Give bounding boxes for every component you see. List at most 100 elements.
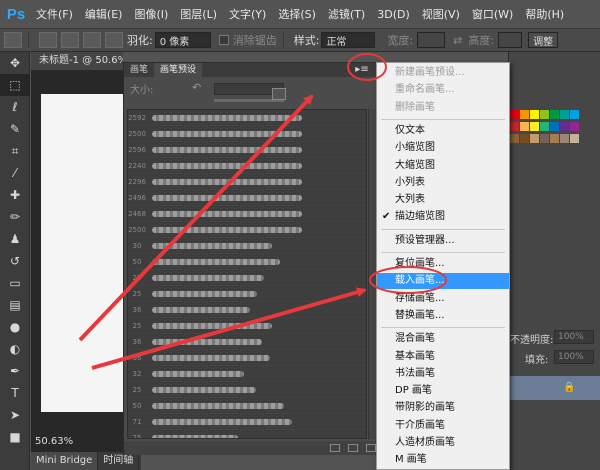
menu-type[interactable]: 文字(Y) <box>229 6 266 22</box>
menu-item[interactable]: M 画笔 <box>377 452 509 468</box>
brush-tool-icon[interactable]: ✏ <box>0 206 30 228</box>
history-brush-icon[interactable]: ↺ <box>0 250 30 272</box>
quick-select-tool-icon[interactable]: ✎ <box>0 118 30 140</box>
swatch[interactable] <box>560 122 569 131</box>
swatch[interactable] <box>510 122 519 131</box>
fill-input[interactable]: 100% <box>554 350 594 364</box>
swatch[interactable] <box>520 110 529 119</box>
toggle-brush-panel-icon[interactable] <box>330 444 340 452</box>
blur-tool-icon[interactable]: ● <box>0 316 30 338</box>
brush-preset-row[interactable]: 2468 <box>128 206 366 222</box>
opacity-input[interactable]: 100% <box>554 330 594 344</box>
menu-item[interactable]: 大列表 <box>377 192 509 208</box>
crop-tool-icon[interactable]: ⌗ <box>0 140 30 162</box>
healing-tool-icon[interactable]: ✚ <box>0 184 30 206</box>
swatch[interactable] <box>570 110 579 119</box>
feather-input[interactable]: 0 像素 <box>154 32 211 48</box>
add-selection-icon[interactable] <box>61 32 79 48</box>
menu-3d[interactable]: 3D(D) <box>377 8 410 21</box>
swatch[interactable] <box>550 134 559 143</box>
swatch[interactable] <box>540 110 549 119</box>
menu-help[interactable]: 帮助(H) <box>525 6 564 22</box>
swatch[interactable] <box>510 110 519 119</box>
brush-preset-row[interactable]: 25 <box>128 382 366 398</box>
brush-preset-row[interactable]: 2500 <box>128 222 366 238</box>
swatch[interactable] <box>530 134 539 143</box>
delete-preset-icon[interactable] <box>366 444 376 452</box>
menu-item[interactable]: 替换画笔... <box>377 308 509 324</box>
swatch[interactable] <box>570 134 579 143</box>
zoom-readout[interactable]: 50.63% <box>35 436 73 447</box>
swatch[interactable] <box>550 110 559 119</box>
menu-layer[interactable]: 图层(L) <box>180 6 217 22</box>
swatch[interactable] <box>530 110 539 119</box>
path-select-tool-icon[interactable]: ➤ <box>0 404 30 426</box>
panel-menu-icon[interactable]: ▸≡ <box>354 64 370 76</box>
swatch[interactable] <box>570 122 579 131</box>
brush-preset-row[interactable]: 2496 <box>128 190 366 206</box>
eyedropper-tool-icon[interactable]: ⁄ <box>0 162 30 184</box>
brush-preset-row[interactable]: 25 <box>128 430 366 438</box>
brush-preset-list[interactable]: 2592 2500 2596 2240 2296 2496 2468 2500 30 50 25 25… <box>127 109 367 439</box>
swatch[interactable] <box>560 110 569 119</box>
brush-preset-row[interactable]: 2296 <box>128 174 366 190</box>
stamp-tool-icon[interactable]: ♟ <box>0 228 30 250</box>
antialias-checkbox[interactable] <box>218 35 229 45</box>
brush-preset-row[interactable]: 25 <box>128 286 366 302</box>
menu-item[interactable]: 书法画笔 <box>377 366 509 382</box>
marquee-tool-icon[interactable]: ⬚ <box>0 74 30 96</box>
marquee-preset-icon[interactable] <box>4 32 22 48</box>
menu-item[interactable]: 仅文本 <box>377 123 509 139</box>
width-input[interactable] <box>417 32 446 48</box>
brush-preset-row[interactable]: 25 <box>128 318 366 334</box>
pen-tool-icon[interactable]: ✒ <box>0 360 30 382</box>
type-tool-icon[interactable]: T <box>0 382 30 404</box>
menu-item[interactable]: 复位画笔... <box>377 256 509 272</box>
menu-item[interactable]: 人造材质画笔 <box>377 435 509 451</box>
brush-preset-row[interactable]: 36 <box>128 334 366 350</box>
menu-item[interactable]: 预设管理器... <box>377 233 509 249</box>
new-selection-icon[interactable] <box>39 32 57 48</box>
menu-item[interactable]: 大缩览图 <box>377 158 509 174</box>
height-input[interactable] <box>498 32 523 48</box>
brush-preset-row[interactable]: 36 <box>128 350 366 366</box>
eraser-tool-icon[interactable]: ▭ <box>0 272 30 294</box>
swatch[interactable] <box>530 122 539 131</box>
swap-icon[interactable]: ⇄ <box>453 34 462 47</box>
brush-preset-row[interactable]: 2500 <box>128 126 366 142</box>
brush-preset-row[interactable]: 30 <box>128 238 366 254</box>
dodge-tool-icon[interactable]: ◐ <box>0 338 30 360</box>
menu-edit[interactable]: 编辑(E) <box>85 6 123 22</box>
swatch[interactable] <box>550 122 559 131</box>
menu-item[interactable]: 载入画笔... <box>377 273 509 290</box>
gradient-tool-icon[interactable]: ▤ <box>0 294 30 316</box>
swatch[interactable] <box>540 122 549 131</box>
intersect-selection-icon[interactable] <box>105 32 123 48</box>
menu-window[interactable]: 窗口(W) <box>472 6 513 22</box>
menu-item[interactable]: DP 画笔 <box>377 383 509 399</box>
brush-preset-row[interactable]: 25 <box>128 270 366 286</box>
brush-preset-row[interactable]: 71 <box>128 414 366 430</box>
brush-preset-row[interactable]: 50 <box>128 254 366 270</box>
menu-filter[interactable]: 滤镜(T) <box>328 6 365 22</box>
document-tab[interactable]: 未标题-1 @ 50.6%( <box>31 52 123 70</box>
tab-mini-bridge[interactable]: Mini Bridge <box>31 452 99 470</box>
menu-select[interactable]: 选择(S) <box>278 6 316 22</box>
tab-brush[interactable]: 画笔 <box>124 63 154 77</box>
tab-brush-presets[interactable]: 画笔预设 <box>154 63 203 77</box>
swatch[interactable] <box>520 122 529 131</box>
brush-preset-row[interactable]: 50 <box>128 398 366 414</box>
menu-view[interactable]: 视图(V) <box>422 6 460 22</box>
menu-file[interactable]: 文件(F) <box>36 6 73 22</box>
reset-icon[interactable]: ↶ <box>192 81 206 95</box>
canvas[interactable] <box>41 94 123 412</box>
brush-toggle-icon[interactable] <box>272 88 286 100</box>
swatch[interactable] <box>560 134 569 143</box>
menu-item[interactable]: 存储画笔... <box>377 291 509 307</box>
menu-item[interactable]: 小列表 <box>377 175 509 191</box>
new-preset-icon[interactable] <box>348 444 358 452</box>
brush-preset-row[interactable]: 2596 <box>128 142 366 158</box>
brush-preset-row[interactable]: 2240 <box>128 158 366 174</box>
subtract-selection-icon[interactable] <box>83 32 101 48</box>
move-tool-icon[interactable]: ✥ <box>0 52 30 74</box>
